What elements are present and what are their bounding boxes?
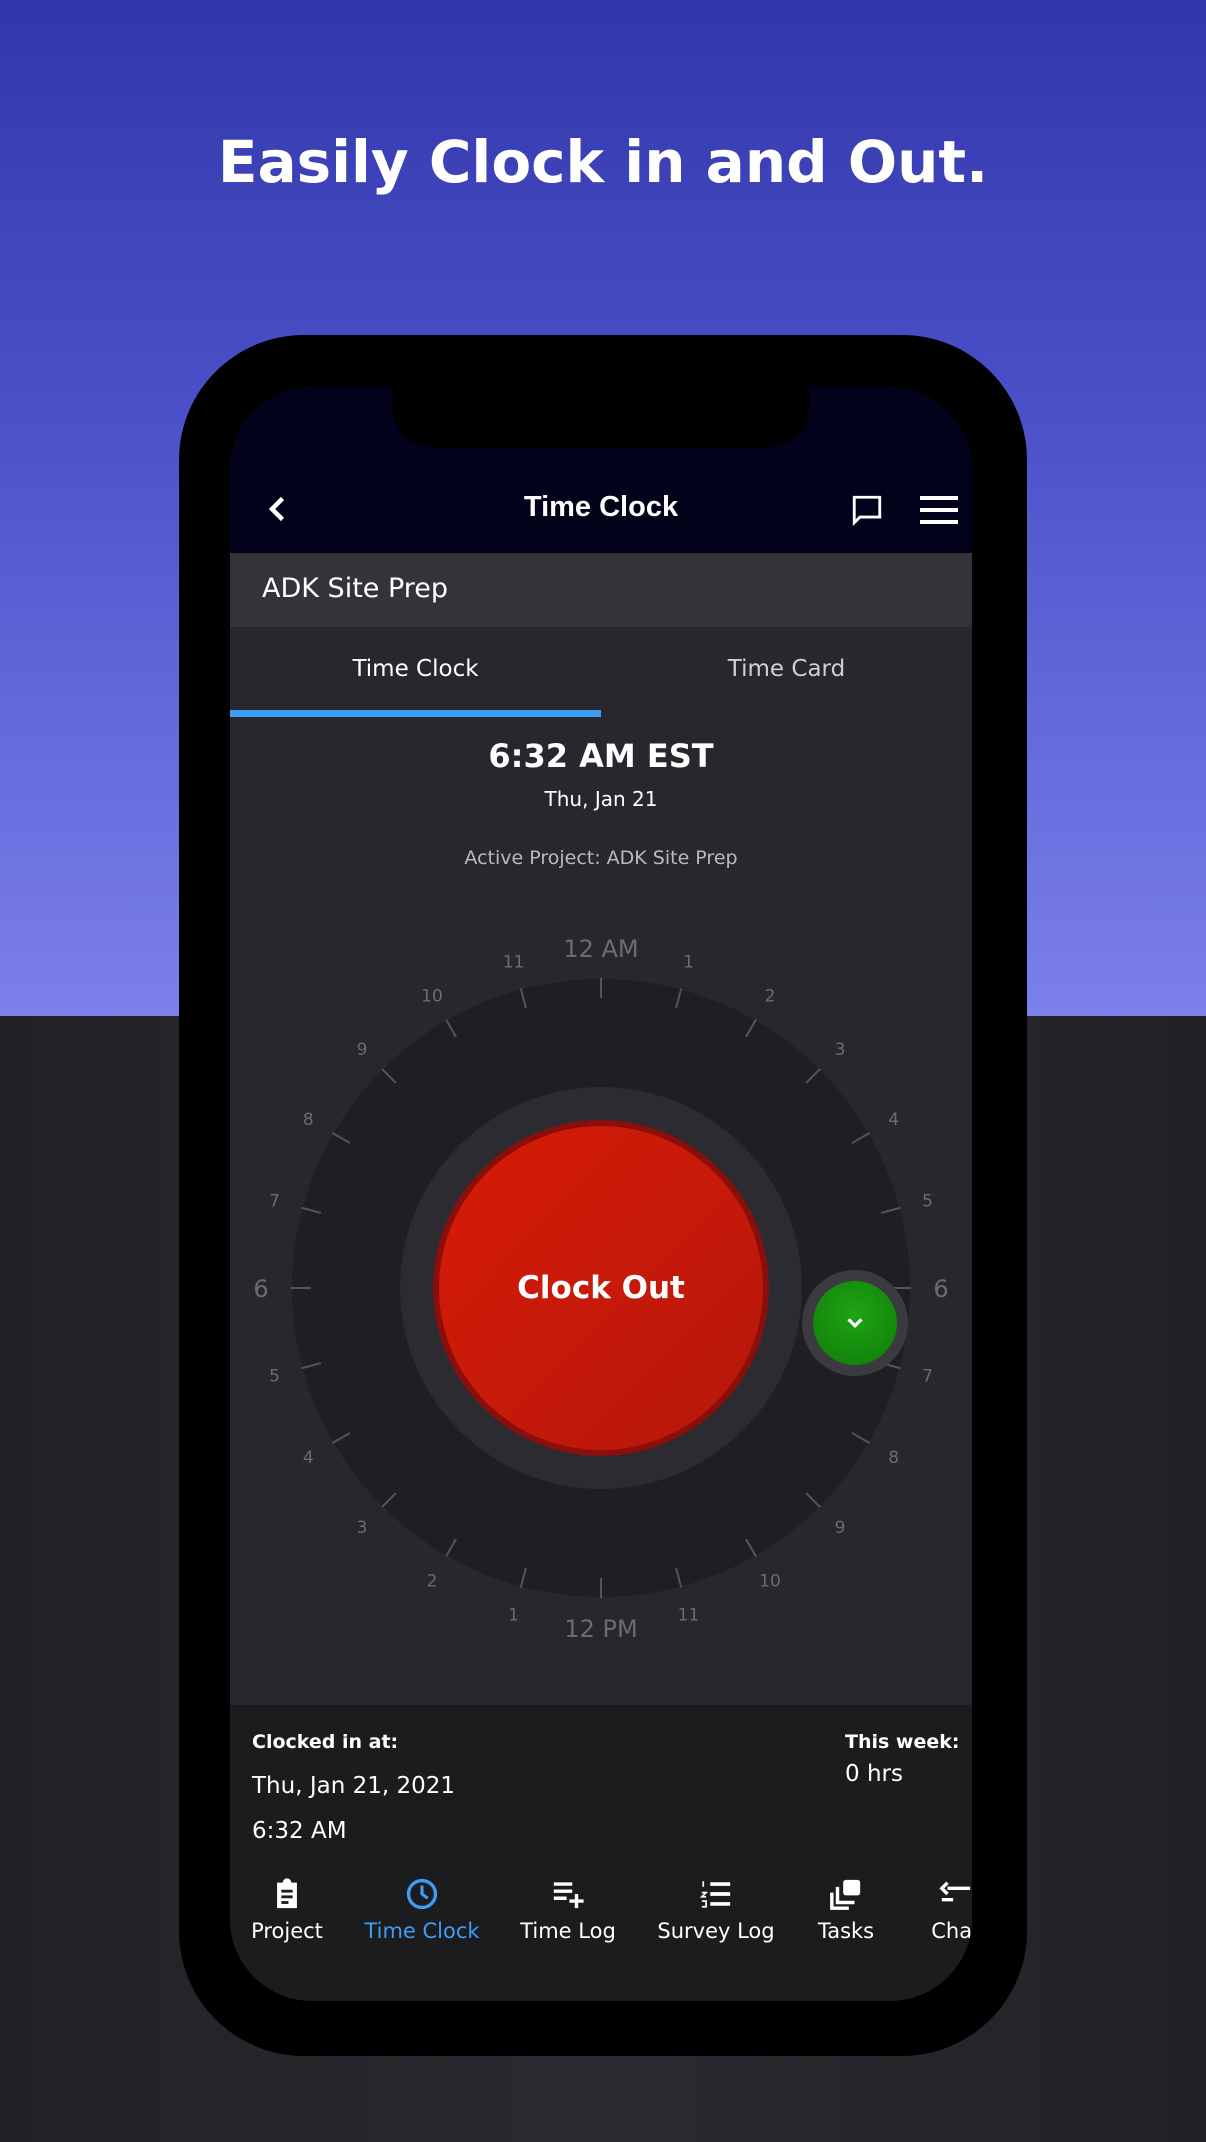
dial-label: 5 <box>269 1366 280 1386</box>
dial-label: 12 PM <box>564 1615 637 1643</box>
dial-label: 12 AM <box>563 935 638 963</box>
nav-change[interactable]: Char <box>881 1877 972 1943</box>
dial-label: 3 <box>357 1518 368 1538</box>
dial-label: 10 <box>759 1572 781 1592</box>
dial-label: 2 <box>427 1572 438 1592</box>
nav-label: Project <box>251 1919 323 1943</box>
nav-time-clock[interactable]: Time Clock <box>347 1877 497 1943</box>
dial-label: 4 <box>303 1448 314 1468</box>
nav-label: Char <box>931 1919 972 1943</box>
dial-label: 10 <box>421 986 443 1006</box>
dial-label: 2 <box>765 986 776 1006</box>
dial-label: 1 <box>508 1605 519 1625</box>
this-week-label: This week: <box>845 1731 960 1753</box>
chevron-down-icon <box>846 1318 863 1329</box>
dial-label: 11 <box>678 1605 700 1625</box>
playlist-add-icon <box>553 1882 584 1909</box>
time-handle[interactable] <box>812 1281 897 1366</box>
dial-label: 5 <box>922 1192 933 1212</box>
nav-label: Time Log <box>520 1919 616 1943</box>
dial-label: 7 <box>269 1192 280 1212</box>
dial-label: 9 <box>357 1040 368 1060</box>
clocked-in-label: Clocked in at: <box>252 1731 399 1753</box>
dial-label: 8 <box>888 1448 899 1468</box>
clocked-in-date: Thu, Jan 21, 2021 <box>252 1773 456 1799</box>
dial-label: 1 <box>683 953 694 973</box>
dial-label: 3 <box>835 1040 846 1060</box>
app-screen: Time Clock ADK Site Prep Time Clock Time… <box>230 387 972 2001</box>
clock-icon <box>406 1878 438 1910</box>
dial-label: 7 <box>922 1366 933 1386</box>
dial-label: 4 <box>888 1110 899 1130</box>
nav-label: Time Clock <box>364 1919 480 1943</box>
dial-label: 9 <box>835 1518 846 1538</box>
clock-out-button[interactable]: Clock Out <box>433 1120 769 1456</box>
clocked-in-time: 6:32 AM <box>252 1818 347 1844</box>
clipboard-icon <box>277 1878 297 1909</box>
layers-icon <box>830 1879 861 1910</box>
this-week-value: 0 hrs <box>845 1761 903 1787</box>
nav-label: Survey Log <box>657 1919 775 1943</box>
nav-time-log[interactable]: Time Log <box>493 1877 643 1943</box>
swap-icon <box>939 1881 971 1902</box>
nav-label: Tasks <box>817 1919 875 1943</box>
nav-survey-log[interactable]: Survey Log <box>641 1877 791 1943</box>
numbered-list-icon <box>699 1881 731 1908</box>
nav-project[interactable]: Project <box>230 1877 362 1943</box>
dial-label: 6 <box>253 1275 268 1303</box>
bottom-nav: Project Time Clock Time Log Survey Log T… <box>230 1877 972 2001</box>
dial-label: 11 <box>503 953 525 973</box>
dial-label: 8 <box>303 1110 314 1130</box>
headline: Easily Clock in and Out. <box>217 128 989 196</box>
dial-label: 6 <box>933 1275 948 1303</box>
notch <box>392 387 809 447</box>
